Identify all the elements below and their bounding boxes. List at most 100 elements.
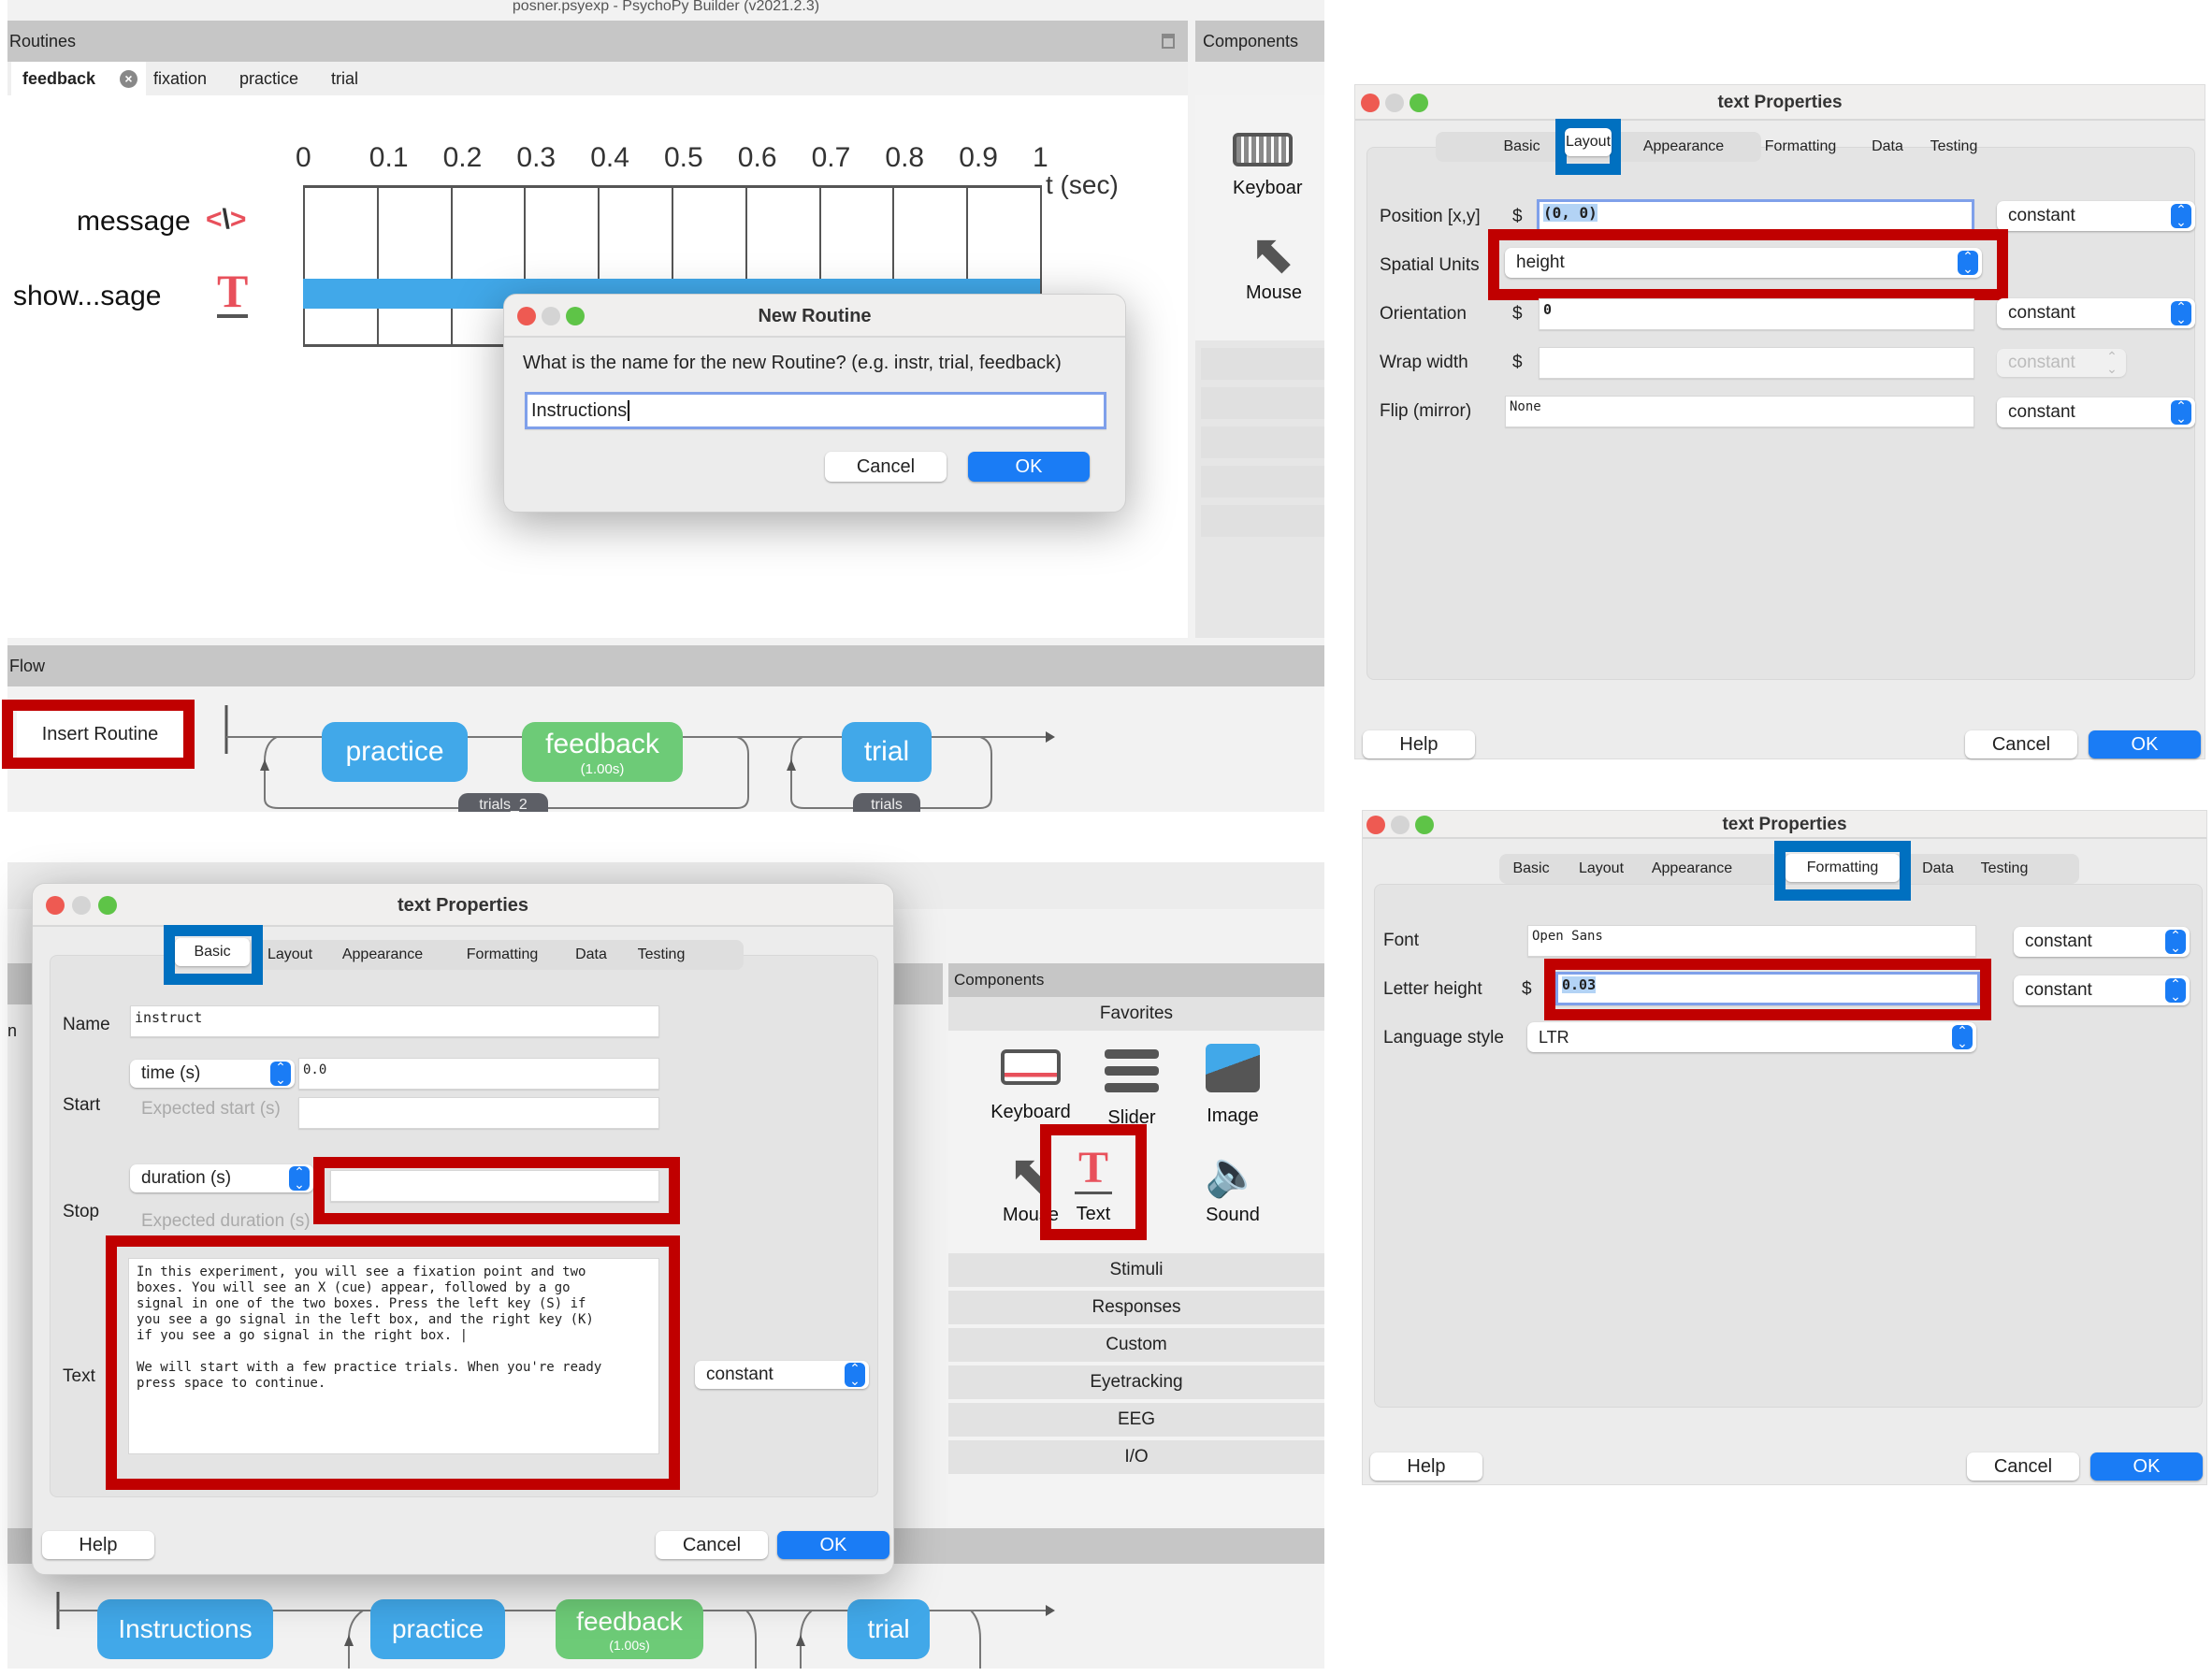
tab-basic[interactable]: Basic [175,938,250,966]
letter-height-mode-select[interactable]: constant ⌃ ⌄ [2014,975,2190,1005]
tab-basic[interactable]: Basic [1503,130,1540,164]
tab-formatting[interactable]: Formatting [1786,854,1900,882]
maximize-pane-icon[interactable] [1162,34,1175,49]
tab-appearance[interactable]: Appearance [1640,852,1744,886]
flow-node-practice[interactable]: practice [322,722,468,782]
ok-button[interactable]: OK [2090,1452,2203,1481]
font-input[interactable]: Open Sans [1527,925,1976,957]
flow-node-trial[interactable]: trial [847,1599,930,1659]
loop-badge-trials-2[interactable]: trials_2 [458,793,548,812]
letter-height-input[interactable]: 0.03 [1555,972,1980,1005]
ok-button[interactable]: OK [2089,730,2201,759]
category-favorites[interactable]: Favorites [948,997,1324,1031]
tab-formatting[interactable]: Formatting [450,938,555,972]
stop-value-input[interactable] [330,1170,659,1202]
start-value-input[interactable]: 0.0 [298,1058,659,1090]
close-window-button[interactable] [517,307,536,325]
minimize-window-button[interactable] [72,896,91,915]
tab-data[interactable]: Data [570,938,613,972]
close-window-button[interactable] [1366,816,1385,834]
category-io[interactable]: I/O [948,1440,1324,1474]
position-mode-select[interactable]: constant ⌃ ⌄ [1997,201,2195,231]
flow-node-feedback[interactable]: feedback (1.00s) [556,1599,703,1659]
tab-layout[interactable]: Layout [1570,852,1632,886]
tab-layout[interactable]: Layout [1565,128,1612,156]
wrap-width-input[interactable] [1539,347,1974,379]
minimize-window-button[interactable] [542,307,560,325]
tab-testing[interactable]: Testing [1969,852,2040,886]
ok-button[interactable]: OK [777,1531,889,1559]
ok-button[interactable]: OK [968,452,1090,482]
flow-node-feedback[interactable]: feedback (1.00s) [522,722,683,782]
tab-feedback[interactable]: feedback × [11,62,146,95]
flow-node-instructions[interactable]: Instructions [97,1599,273,1659]
zoom-window-button[interactable] [98,896,117,915]
language-style-select[interactable]: LTR ⌃ ⌄ [1527,1022,1976,1052]
minimize-window-button[interactable] [1385,94,1404,112]
zoom-window-button[interactable] [1415,816,1434,834]
category-eyetracking[interactable]: Eyetracking [948,1365,1324,1399]
orientation-input[interactable]: 0 [1539,298,1974,330]
component-image[interactable]: Image [1186,1044,1279,1127]
tab-trial[interactable]: trial [331,62,358,95]
flip-mode-select[interactable]: constant ⌃ ⌄ [1997,397,2195,427]
component-row-show-message[interactable]: show...sage [13,281,161,312]
spatial-units-select[interactable]: height ⌃ ⌄ [1505,248,1982,278]
tab-fixation[interactable]: fixation [153,62,207,95]
tab-testing[interactable]: Testing [1918,130,1989,164]
minimize-window-button[interactable] [1391,816,1410,834]
tab-appearance[interactable]: Appearance [330,938,435,972]
tab-appearance[interactable]: Appearance [1632,130,1735,164]
tab-formatting[interactable]: Formatting [1748,130,1853,164]
help-button[interactable]: Help [42,1531,154,1559]
font-mode-select[interactable]: constant ⌃ ⌄ [2014,927,2190,957]
tab-basic[interactable]: Basic [1503,852,1559,886]
start-type-select[interactable]: time (s) ⌃ ⌄ [130,1060,295,1088]
stop-type-select[interactable]: duration (s) ⌃ ⌄ [130,1164,313,1192]
loop-badge-trials[interactable]: trials [853,793,920,812]
tab-practice[interactable]: practice [239,62,298,95]
component-keyboard[interactable]: Keyboard [984,1049,1077,1123]
zoom-window-button[interactable] [1410,94,1428,112]
cancel-button[interactable]: Cancel [1965,730,2077,759]
flip-input[interactable]: None [1505,396,1974,427]
component-mouse[interactable]: ⬉ Mouse [1233,226,1364,304]
close-window-button[interactable] [1361,94,1380,112]
name-input[interactable]: instruct [130,1005,659,1037]
routine-name-input[interactable]: Instructions [525,392,1106,429]
tab-testing[interactable]: Testing [626,938,697,972]
category-custom[interactable]: Custom [948,1328,1324,1362]
name-label: Name [63,1015,110,1034]
component-label: Mouse [1246,282,1303,303]
close-window-button[interactable] [46,896,65,915]
tab-data[interactable]: Data [1915,852,1961,886]
help-button[interactable]: Help [1370,1452,1482,1481]
component-sound[interactable]: 🔈 Sound [1186,1145,1279,1226]
tab-data[interactable]: Data [1866,130,1909,164]
spatial-units-label: Spatial Units [1380,255,1480,275]
dialog-title: text Properties [33,884,893,927]
text-mode-select[interactable]: constant ⌃ ⌄ [695,1361,869,1389]
category-responses[interactable]: Responses [948,1291,1324,1324]
component-text[interactable]: T Text [1051,1145,1135,1225]
category-eeg[interactable]: EEG [948,1403,1324,1437]
zoom-window-button[interactable] [566,307,585,325]
cancel-button[interactable]: Cancel [656,1531,768,1559]
position-input[interactable]: (0, 0) [1537,199,1974,233]
builder-window-2: n Components Favorites Keyboard Slider I… [7,862,1324,1669]
close-tab-icon[interactable]: × [120,70,137,88]
orientation-mode-select[interactable]: constant ⌃ ⌄ [1997,298,2195,328]
flow-node-practice[interactable]: practice [370,1599,505,1659]
flow-node-trial[interactable]: trial [842,722,932,782]
insert-routine-button[interactable]: Insert Routine [17,711,183,758]
component-keyboard[interactable]: Keyboar [1233,133,1364,199]
expected-start-input[interactable] [298,1097,659,1129]
cancel-button[interactable]: Cancel [825,452,947,482]
tab-layout[interactable]: Layout [261,938,319,972]
help-button[interactable]: Help [1363,730,1475,759]
cancel-button[interactable]: Cancel [1967,1452,2079,1481]
category-stimuli[interactable]: Stimuli [948,1253,1324,1287]
component-slider[interactable]: Slider [1085,1044,1178,1129]
component-row-message[interactable]: message [77,206,191,238]
text-content-input[interactable] [128,1258,659,1454]
